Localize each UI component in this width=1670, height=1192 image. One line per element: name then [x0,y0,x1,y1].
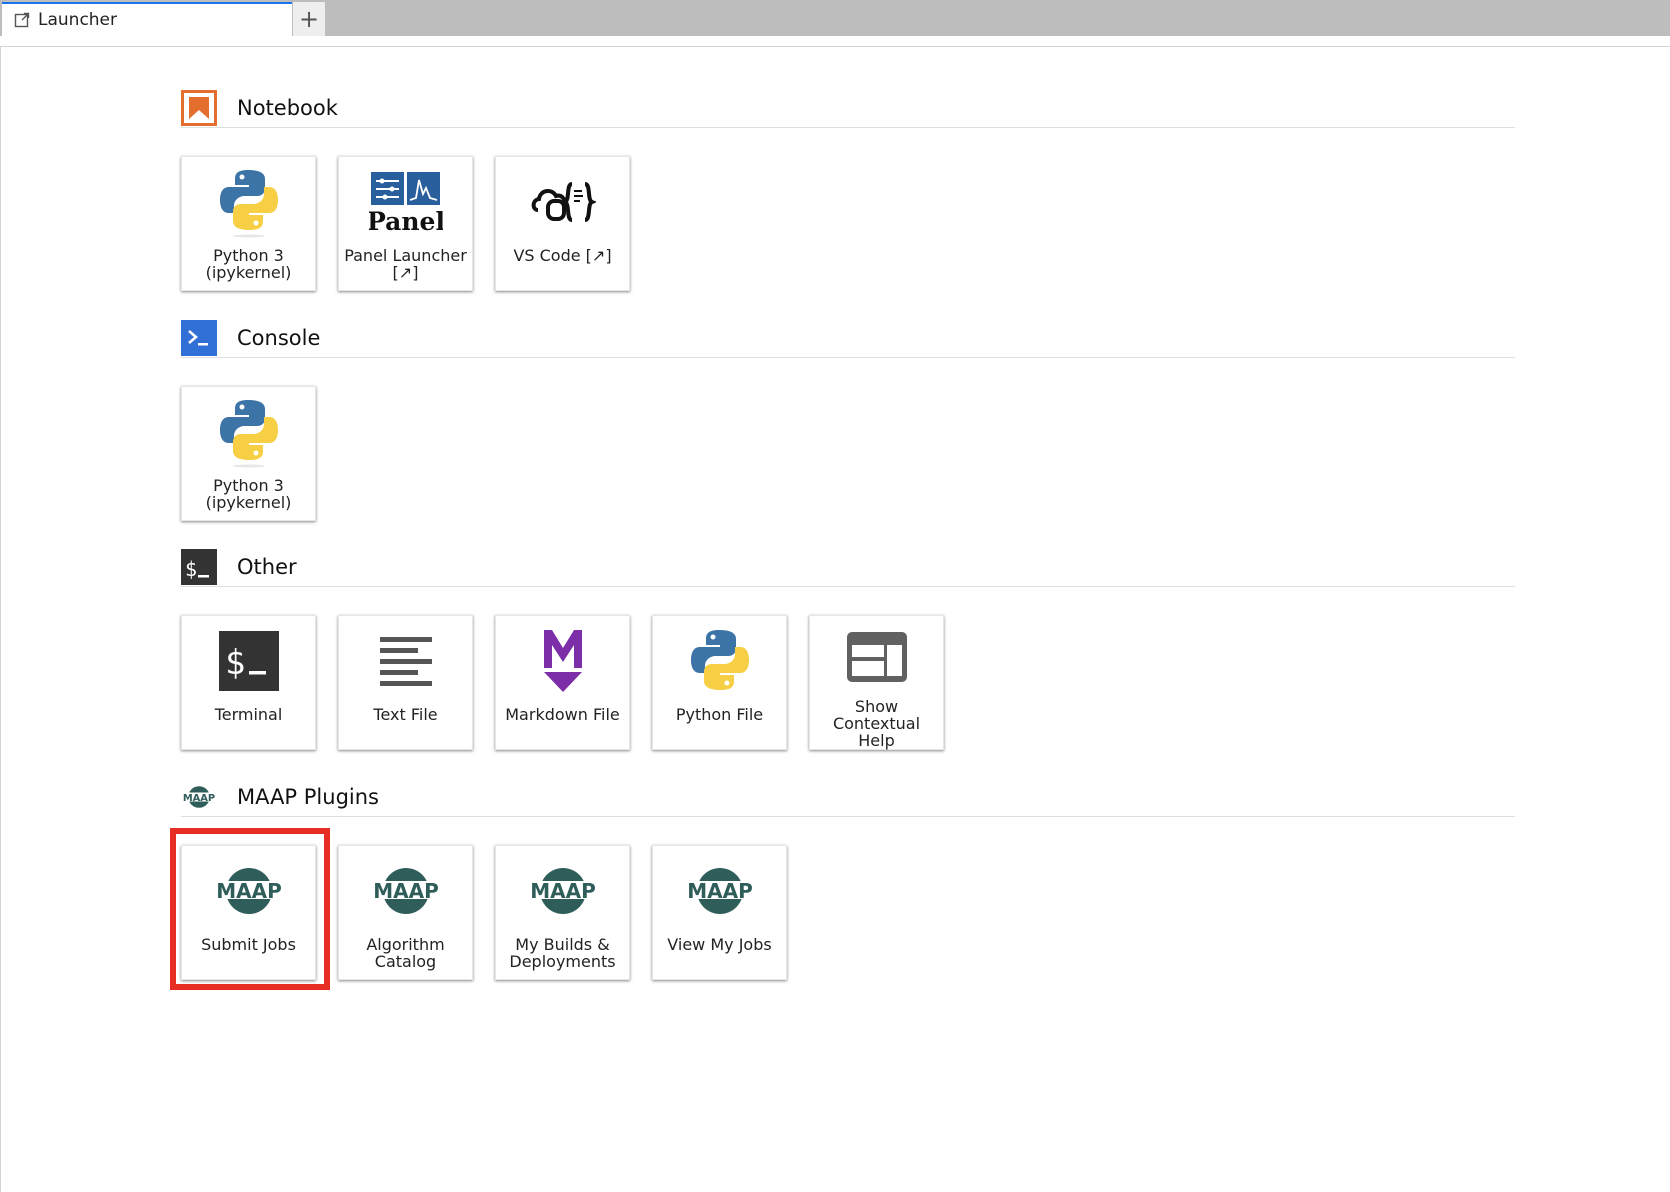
card-algorithm-catalog[interactable]: MAAP Algorithm Catalog [338,845,473,980]
section-title-maap: MAAP Plugins [237,784,379,809]
panel-icon: Panel [369,172,443,234]
tab-bar: Launcher + [0,0,1670,36]
svg-text:MAAP: MAAP [687,879,753,903]
text-file-icon [379,637,432,686]
svg-text:MAAP: MAAP [373,879,439,903]
svg-text:MAAP: MAAP [530,879,596,903]
card-python-file[interactable]: Python File [652,615,787,750]
card-label: My Builds & Deployments [509,935,616,971]
card-label: Text File [373,705,438,724]
card-label: VS Code [↗] [513,246,612,265]
plus-icon: + [298,5,320,33]
maap-icon: MAAP [371,868,440,914]
card-label: Panel Launcher [↗] [344,246,467,282]
markdown-icon [543,630,582,692]
contextual-help-icon [846,632,907,682]
terminal-icon: $ [181,548,217,585]
terminal-icon: $ [218,631,279,691]
card-label: Python File [675,705,764,724]
card-label: Algorithm Catalog [366,935,445,971]
panel-logo-text: Panel [369,207,443,234]
section-notebook-header: Notebook [181,88,1515,128]
card-label: Show Contextual Help [832,697,921,750]
maap-icon: MAAP [181,779,217,815]
card-view-my-jobs[interactable]: MAAP View My Jobs [652,845,787,980]
console-icon [181,319,217,356]
card-notebook-python3[interactable]: Python 3 (ipykernel) [181,156,316,291]
section-maap-header: MAAP MAAP Plugins [181,777,1515,817]
card-label: Terminal [214,705,283,724]
card-terminal[interactable]: $ Terminal [181,615,316,750]
tab-launcher[interactable]: Launcher [2,2,292,36]
vscode-icon [531,182,596,222]
new-tab-button[interactable]: + [292,2,326,36]
section-title-notebook: Notebook [237,95,338,120]
tab-label: Launcher [38,10,118,30]
card-text-file[interactable]: Text File [338,615,473,750]
python-icon [690,630,749,690]
section-console-header: Console [181,318,1515,358]
maap-icon: MAAP [528,868,597,914]
launch-icon [14,12,30,28]
card-label: Python 3 (ipykernel) [205,246,292,282]
python-icon [219,170,278,238]
card-label: Markdown File [505,705,620,724]
python-icon [219,400,278,468]
card-vscode[interactable]: VS Code [↗] [495,156,630,291]
section-other-header: $ Other [181,547,1515,587]
highlight-box [170,828,330,990]
svg-text:$: $ [225,643,245,683]
card-label: Python 3 (ipykernel) [205,476,292,512]
section-title-other: Other [237,554,297,579]
maap-icon: MAAP [685,868,754,914]
section-title-console: Console [237,325,321,350]
card-label: View My Jobs [667,935,772,954]
card-console-python3[interactable]: Python 3 (ipykernel) [181,386,316,521]
card-show-contextual-help[interactable]: Show Contextual Help [809,615,944,750]
card-panel-launcher[interactable]: Panel Panel Launcher [↗] [338,156,473,291]
svg-text:MAAP: MAAP [183,793,215,804]
svg-text:$: $ [185,557,197,581]
notebook-icon [181,89,217,126]
card-markdown-file[interactable]: Markdown File [495,615,630,750]
card-my-builds-deployments[interactable]: MAAP My Builds & Deployments [495,845,630,980]
